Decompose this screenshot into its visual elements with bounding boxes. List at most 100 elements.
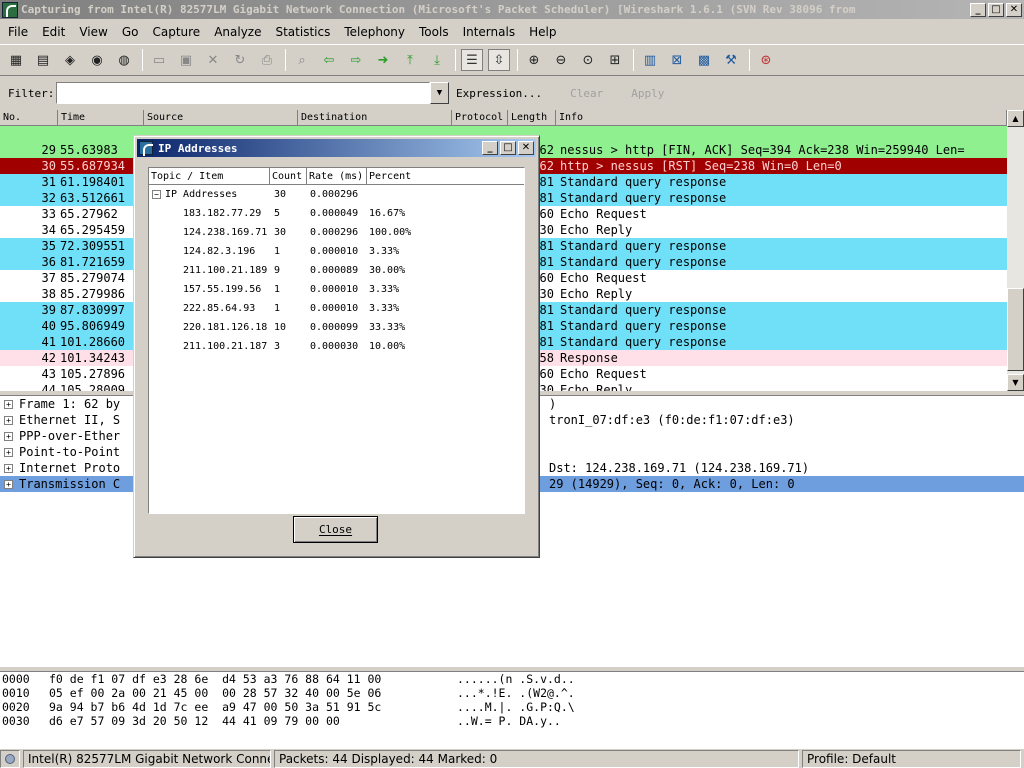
hex-row[interactable]: 0030 d6 e7 57 09 3d 20 50 12 44 41 09 79 … [0,714,1024,728]
interfaces-icon[interactable]: ▦ [5,49,27,71]
zoom-out-icon[interactable]: ⊖ [550,49,572,71]
col-length[interactable]: Length [508,110,556,126]
packet-info: Standard query response [560,319,727,333]
reload-icon[interactable]: ↻ [229,49,251,71]
expand-icon[interactable]: + [4,399,13,409]
col-count[interactable]: Count [270,168,307,184]
expand-icon[interactable]: + [4,479,13,489]
dialog-minimize-button[interactable]: _ [482,141,498,155]
go-last-icon[interactable]: ⤓ [426,49,448,71]
scroll-thumb[interactable] [1007,288,1024,371]
capture-filters-icon[interactable]: ▥ [639,49,661,71]
toolbar-separator [455,49,456,71]
stats-row[interactable]: 211.100.21.187 3 0.000030 10.00% [149,337,524,356]
filter-dropdown-icon[interactable]: ▼ [430,82,449,104]
menu-view[interactable]: View [71,22,113,42]
packet-list-scrollbar[interactable]: ▲ ▼ [1007,110,1024,391]
stats-row[interactable]: 183.182.77.29 5 0.000049 16.67% [149,204,524,223]
col-percent[interactable]: Percent [367,168,524,184]
expert-info-icon[interactable] [0,750,20,768]
hex-row[interactable]: 0010 05 ef 00 2a 00 21 45 00 00 28 57 32 … [0,686,1024,700]
menu-analyze[interactable]: Analyze [206,22,267,42]
stats-row[interactable]: 222.85.64.93 1 0.000010 3.33% [149,299,524,318]
go-forward-icon[interactable]: ⇨ [345,49,367,71]
col-protocol[interactable]: Protocol [452,110,508,126]
menu-statistics[interactable]: Statistics [267,22,336,42]
normal-size-icon[interactable]: ⊙ [577,49,599,71]
go-to-packet-icon[interactable]: ➜ [372,49,394,71]
print-icon[interactable]: ⎙ [256,49,278,71]
col-info[interactable]: Info [556,110,1007,126]
expression-button[interactable]: Expression... [456,87,542,100]
restart-capture-icon[interactable]: ◍ [113,49,135,71]
menu-capture[interactable]: Capture [144,22,206,42]
expand-icon[interactable]: + [4,415,13,425]
col-source[interactable]: Source [144,110,298,126]
col-time[interactable]: Time [58,110,144,126]
filter-input[interactable] [56,82,430,104]
menu-go[interactable]: Go [114,22,145,42]
stats-count: 1 [274,284,281,295]
packet-no: 34 [41,223,56,237]
resize-columns-icon[interactable]: ⊞ [604,49,626,71]
menu-file[interactable]: File [0,22,34,42]
menu-help[interactable]: Help [521,22,562,42]
menu-edit[interactable]: Edit [34,22,71,42]
stats-row[interactable]: 157.55.199.56 1 0.000010 3.33% [149,280,524,299]
hex-row[interactable]: 0020 9a 94 b7 b6 4d 1d 7c ee a9 47 00 50 … [0,700,1024,714]
collapse-icon[interactable]: − [152,190,161,199]
dialog-close-button[interactable]: ✕ [518,141,534,155]
maximize-button[interactable]: □ [988,2,1004,17]
col-topic-item[interactable]: Topic / Item [149,168,270,184]
display-filters-icon[interactable]: ⊠ [666,49,688,71]
menu-telephony[interactable]: Telephony [336,22,411,42]
col-destination[interactable]: Destination [298,110,452,126]
stats-row[interactable]: 211.100.21.189 9 0.000089 30.00% [149,261,524,280]
close-button[interactable]: Close [293,516,378,543]
find-packet-icon[interactable]: ⌕ [291,49,313,71]
scroll-down-icon[interactable]: ▼ [1007,374,1024,391]
apply-button[interactable]: Apply [631,87,664,100]
expand-icon[interactable]: + [4,463,13,473]
packet-info: Standard query response [560,303,727,317]
expand-icon[interactable]: + [4,447,13,457]
preferences-icon[interactable]: ⚒ [720,49,742,71]
help-icon[interactable]: ⊛ [755,49,777,71]
packet-info: Echo Request [560,207,647,221]
close-file-icon[interactable]: ✕ [202,49,224,71]
hex-row[interactable]: 0000 f0 de f1 07 df e3 28 6e d4 53 a3 76 … [0,672,1024,686]
coloring-rules-icon[interactable]: ▩ [693,49,715,71]
clear-button[interactable]: Clear [570,87,603,100]
stats-row[interactable]: 124.238.169.71 30 0.000296 100.00% [149,223,524,242]
go-back-icon[interactable]: ⇦ [318,49,340,71]
col-rate[interactable]: Rate (ms) [307,168,367,184]
minimize-button[interactable]: _ [970,2,986,17]
auto-scroll-icon[interactable]: ⇳ [488,49,510,71]
colorize-icon[interactable]: ☰ [461,49,483,71]
stop-capture-icon[interactable]: ◉ [86,49,108,71]
stats-row[interactable]: 220.181.126.18 10 0.000099 33.33% [149,318,524,337]
stats-percent: 3.33% [369,303,400,314]
hex-offset: 0030 [2,714,30,728]
stats-root-row[interactable]: − IP Addresses 30 0.000296 [149,185,524,204]
close-window-button[interactable]: ✕ [1006,2,1022,17]
status-profile[interactable]: Profile: Default [802,750,1021,768]
start-capture-icon[interactable]: ◈ [59,49,81,71]
hex-bytes: 05 ef 00 2a 00 21 45 00 00 28 57 32 40 0… [49,686,382,700]
menu-internals[interactable]: Internals [455,22,522,42]
packet-no: 41 [41,335,56,349]
save-file-icon[interactable]: ▣ [175,49,197,71]
packet-info: Standard query response [560,191,727,205]
dialog-maximize-button[interactable]: □ [500,141,516,155]
open-file-icon[interactable]: ▭ [148,49,170,71]
packet-time: 101.28660 [60,335,126,349]
zoom-in-icon[interactable]: ⊕ [523,49,545,71]
expand-icon[interactable]: + [4,431,13,441]
hex-offset: 0020 [2,700,30,714]
stats-row[interactable]: 124.82.3.196 1 0.000010 3.33% [149,242,524,261]
menu-tools[interactable]: Tools [411,22,455,42]
scroll-up-icon[interactable]: ▲ [1007,110,1024,127]
go-first-icon[interactable]: ⤒ [399,49,421,71]
capture-options-icon[interactable]: ▤ [32,49,54,71]
col-no[interactable]: No. [0,110,58,126]
